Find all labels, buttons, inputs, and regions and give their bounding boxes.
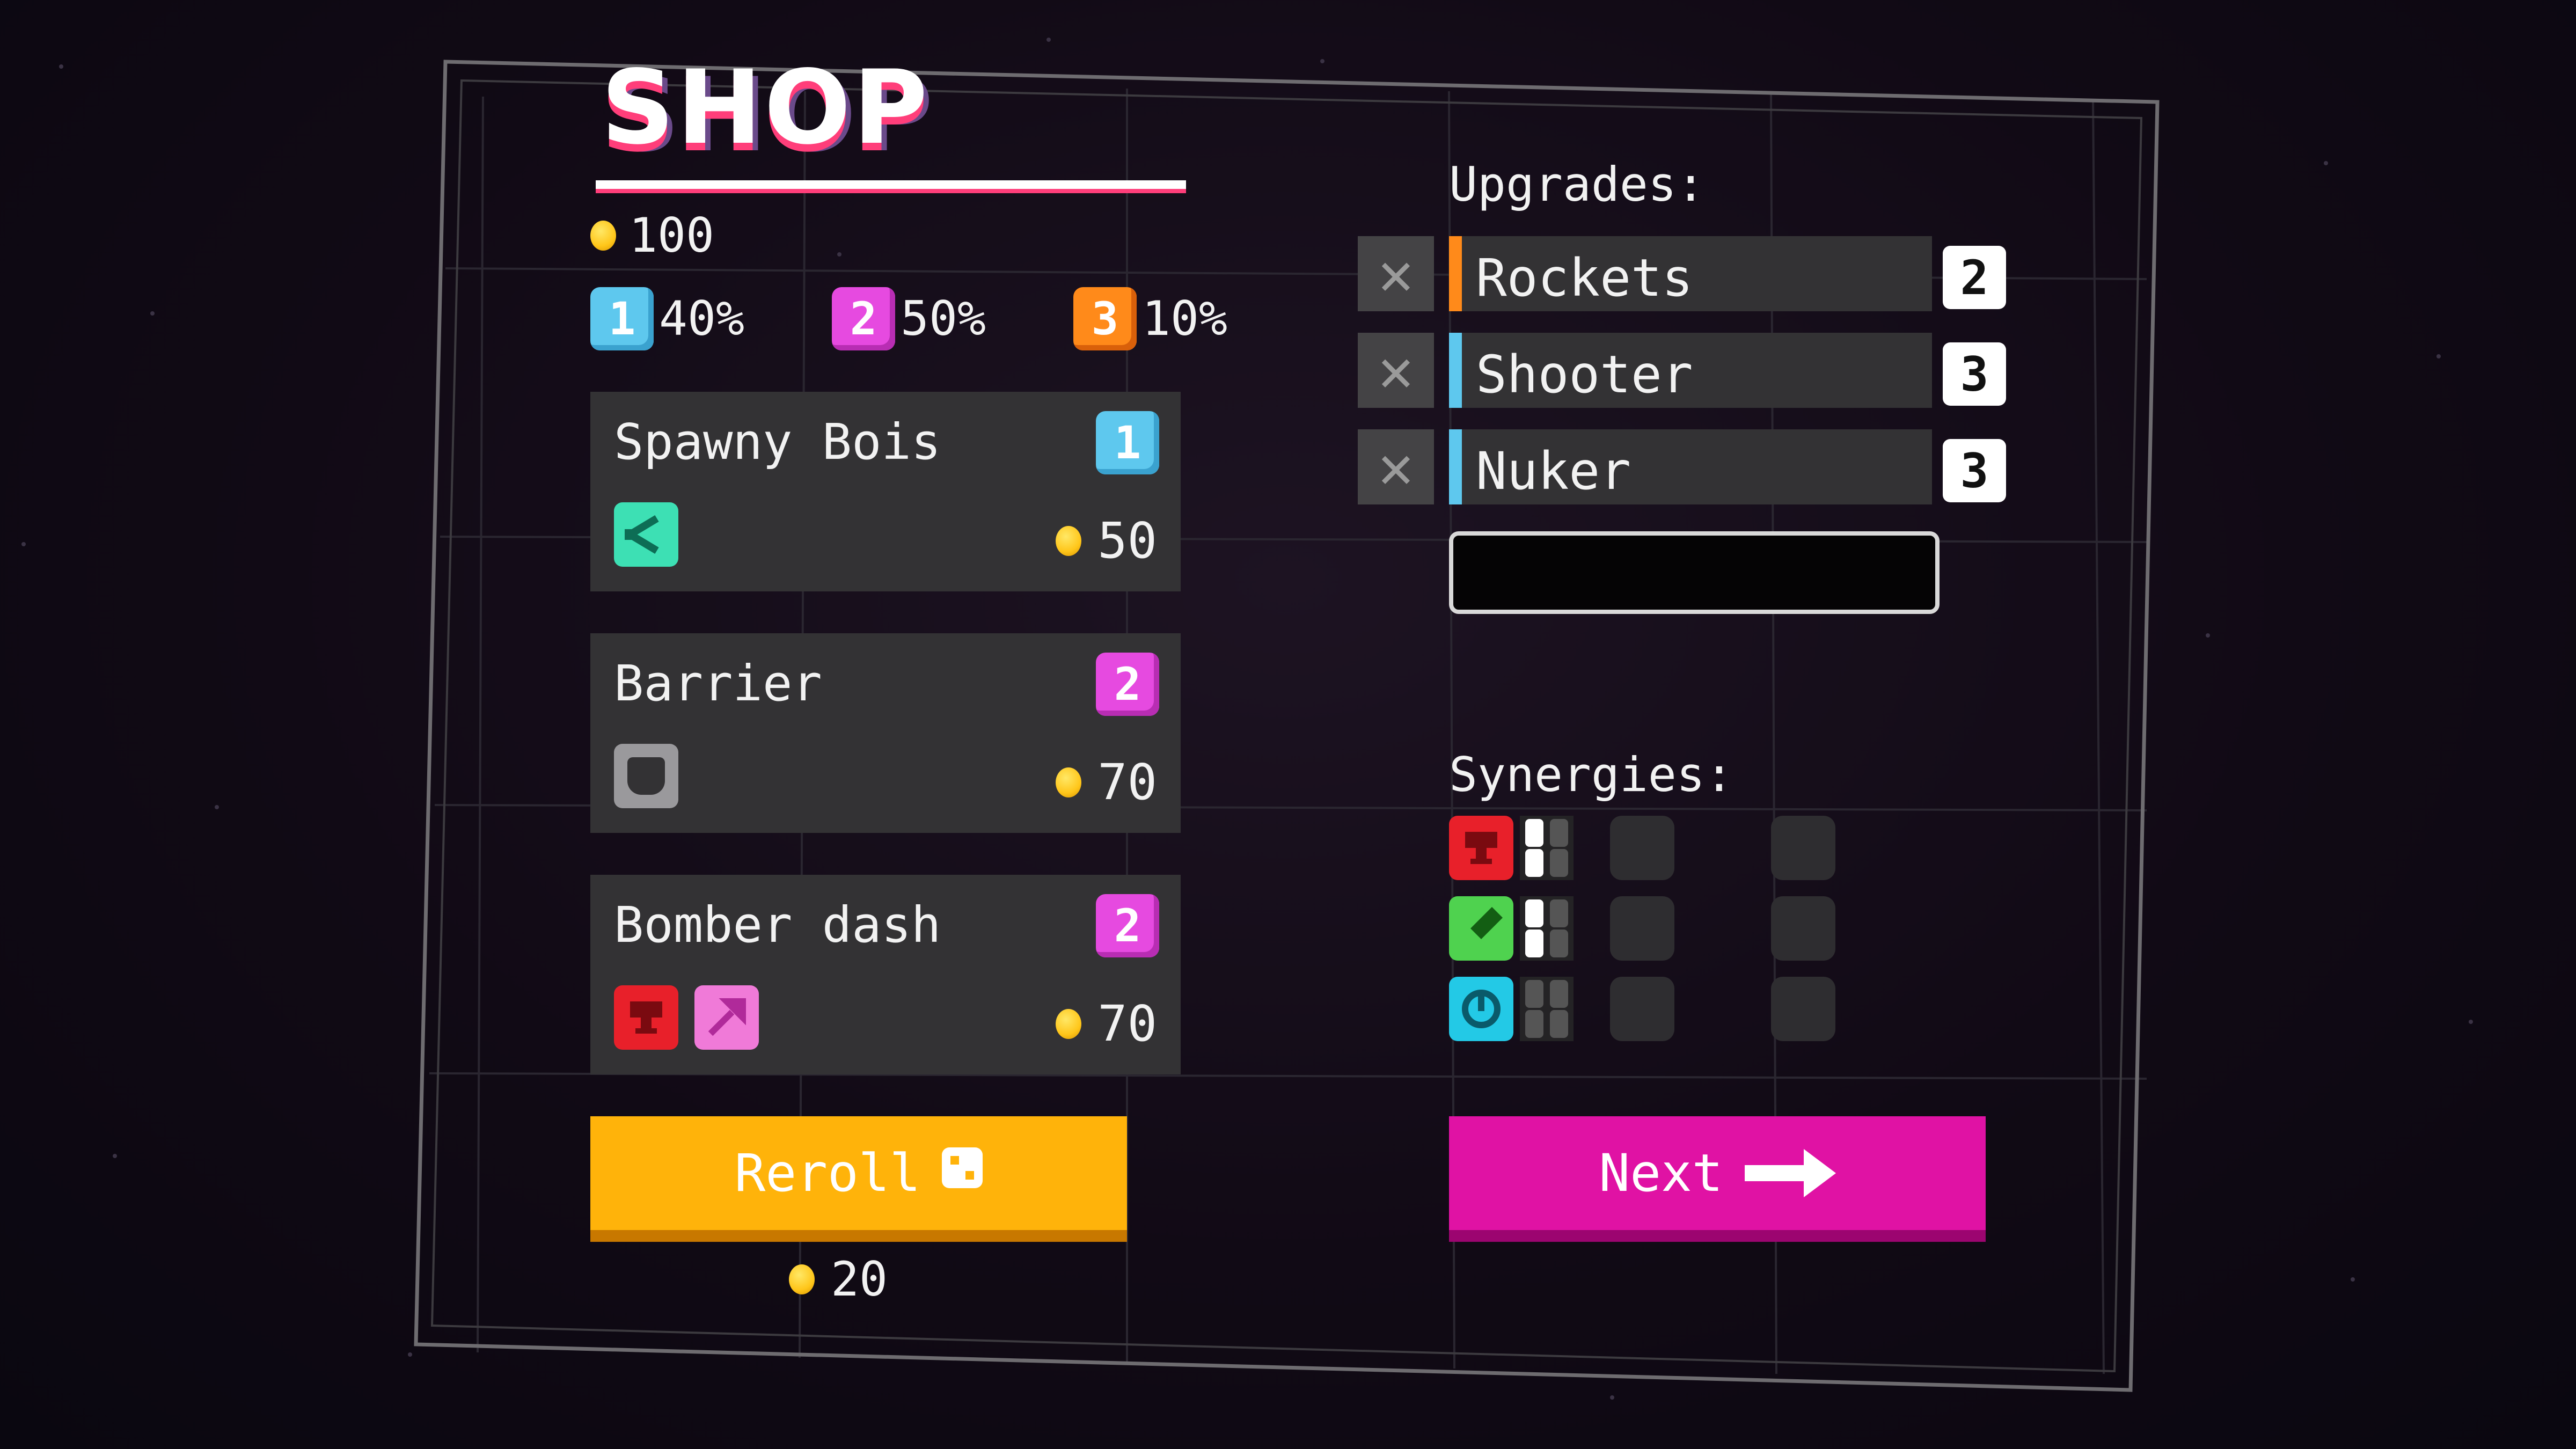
- upgrade-accent: [1449, 429, 1462, 504]
- reroll-cost-value: 20: [831, 1252, 888, 1307]
- rocket-icon: [1449, 896, 1513, 961]
- bomber-icon: [1449, 816, 1513, 880]
- shop-item-price-value: 70: [1097, 995, 1157, 1052]
- coin-icon: [1056, 1008, 1082, 1039]
- arrow-right-icon: [1744, 1149, 1836, 1197]
- odds-tier-2-percent: 50%: [901, 291, 986, 346]
- coin-icon: [789, 1264, 815, 1294]
- next-button[interactable]: Next: [1449, 1116, 1986, 1230]
- coin-icon: [1056, 525, 1082, 556]
- upgrade-accent: [1449, 236, 1462, 311]
- shop-item-price-value: 50: [1097, 512, 1157, 569]
- shop-item-name: Bomber dash: [614, 896, 941, 954]
- shop-frame: [414, 60, 2160, 1392]
- synergy-slot: [1610, 977, 1674, 1041]
- empty-upgrade-slot[interactable]: [1449, 531, 1940, 614]
- close-icon[interactable]: ✕: [1358, 236, 1434, 311]
- synergy-progress: [1520, 896, 1574, 961]
- close-icon[interactable]: ✕: [1358, 333, 1434, 408]
- tier-2-badge: 2: [832, 287, 895, 350]
- coin-balance: 100: [590, 212, 714, 259]
- tier-2-badge: 2: [1096, 653, 1159, 716]
- title-underline: [596, 180, 1186, 189]
- upgrade-name: Shooter: [1476, 345, 1693, 405]
- shop-item-name: Spawny Bois: [614, 413, 941, 471]
- shop-item-price-value: 70: [1097, 753, 1157, 811]
- close-icon[interactable]: ✕: [1358, 429, 1434, 504]
- dash-icon: [694, 985, 759, 1050]
- shop-item-barrier[interactable]: Barrier 2 70: [590, 633, 1181, 833]
- reroll-button[interactable]: Reroll: [590, 1116, 1127, 1230]
- odds-tier-3: 3 10%: [1073, 287, 1227, 350]
- coin-icon: [590, 221, 616, 251]
- upgrade-name: Rockets: [1476, 248, 1693, 308]
- shop-item-bomber-dash[interactable]: Bomber dash 2 70: [590, 875, 1181, 1074]
- odds-tier-1: 1 40%: [590, 287, 744, 350]
- shop-item-spawny-bois[interactable]: Spawny Bois 1 50: [590, 392, 1181, 591]
- coin-icon: [1056, 767, 1082, 797]
- reroll-label: Reroll: [734, 1143, 921, 1203]
- synergies-heading: Synergies:: [1449, 747, 1733, 802]
- upgrade-slot[interactable]: Nuker: [1449, 429, 1932, 504]
- reroll-cost: 20: [789, 1256, 888, 1303]
- synergy-progress: [1520, 816, 1574, 880]
- upgrade-slot[interactable]: Rockets: [1449, 236, 1932, 311]
- page-title: SHOP: [601, 48, 930, 167]
- synergy-slot: [1610, 816, 1674, 880]
- dice-icon: [942, 1147, 983, 1188]
- tier-2-badge: 2: [1096, 894, 1159, 957]
- shop-item-price: 70: [1056, 753, 1157, 811]
- shop-item-name: Barrier: [614, 655, 822, 712]
- upgrades-heading: Upgrades:: [1449, 157, 1705, 212]
- bomber-icon: [614, 985, 678, 1050]
- synergy-slot: [1771, 896, 1835, 961]
- upgrade-name: Nuker: [1476, 441, 1631, 501]
- synergy-slot: [1771, 816, 1835, 880]
- odds-tier-1-percent: 40%: [659, 291, 744, 346]
- coin-balance-value: 100: [629, 208, 714, 263]
- spawn-icon: [614, 502, 678, 567]
- synergy-slot: [1610, 896, 1674, 961]
- odds-tier-3-percent: 10%: [1142, 291, 1227, 346]
- synergy-slot: [1771, 977, 1835, 1041]
- tier-3-badge: 3: [1073, 287, 1137, 350]
- upgrade-slot[interactable]: Shooter: [1449, 333, 1932, 408]
- tier-1-badge: 1: [1096, 411, 1159, 474]
- upgrade-level-badge: 2: [1943, 246, 2006, 309]
- shop-item-price: 70: [1056, 995, 1157, 1052]
- odds-tier-2: 2 50%: [832, 287, 986, 350]
- synergy-progress: [1520, 977, 1574, 1041]
- upgrade-level-badge: 3: [1943, 342, 2006, 406]
- shop-item-price: 50: [1056, 512, 1157, 569]
- upgrade-accent: [1449, 333, 1462, 408]
- next-label: Next: [1599, 1143, 1723, 1203]
- barrier-icon: [614, 744, 678, 808]
- tier-1-badge: 1: [590, 287, 654, 350]
- shooter-icon: [1449, 977, 1513, 1041]
- upgrade-level-badge: 3: [1943, 439, 2006, 502]
